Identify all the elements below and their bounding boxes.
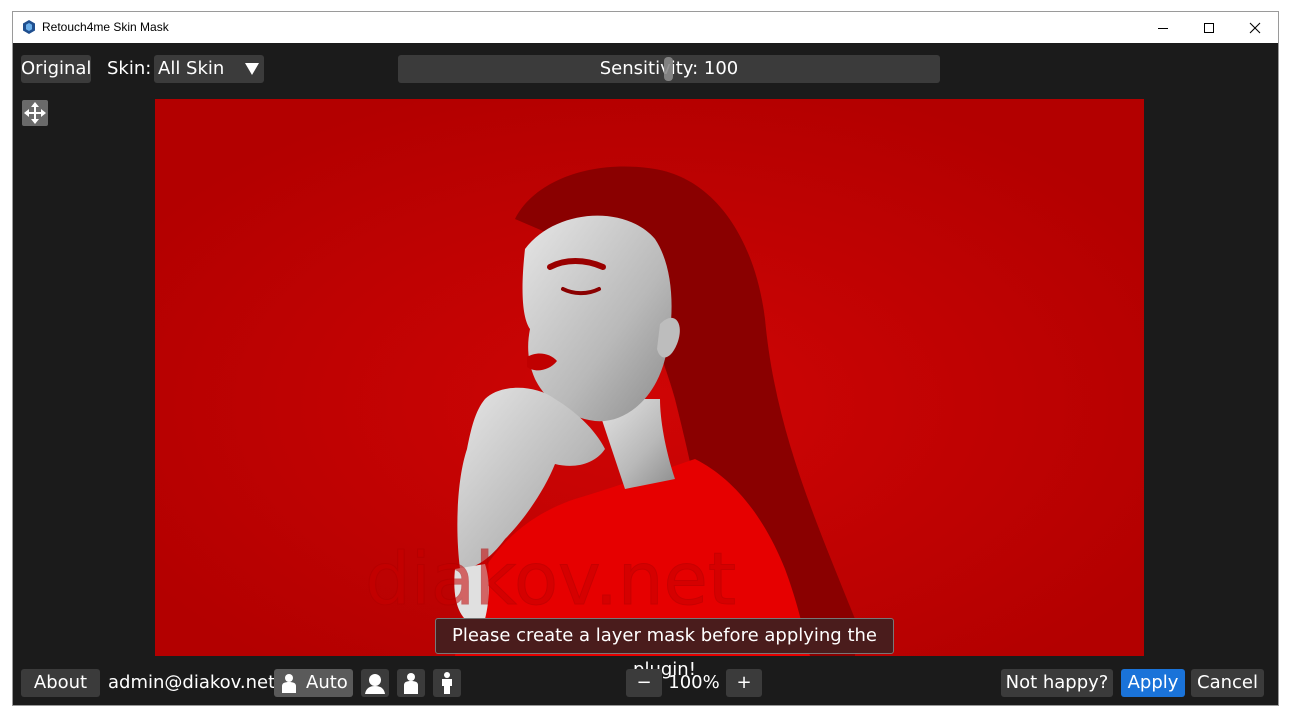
- auto-mode-label: Auto: [306, 672, 348, 693]
- retouch4me-logo-icon: [23, 20, 35, 34]
- auto-mode-button[interactable]: Auto: [274, 669, 353, 697]
- minimize-button[interactable]: [1140, 12, 1186, 43]
- close-button[interactable]: [1232, 12, 1278, 43]
- skin-label: Skin:: [107, 58, 152, 79]
- zoom-out-button[interactable]: −: [626, 669, 662, 697]
- title-bar: Retouch4me Skin Mask: [13, 12, 1278, 43]
- upper-body-icon: [404, 673, 418, 694]
- minimize-icon: [1158, 27, 1168, 29]
- full-body-icon: [442, 672, 452, 694]
- skin-dropdown-value: All Skin: [158, 58, 225, 79]
- original-button[interactable]: Original: [21, 55, 91, 83]
- watermark-text: diakov.net: [365, 537, 736, 621]
- layer-mask-notice: Please create a layer mask before applyi…: [435, 618, 894, 680]
- maximize-icon: [1204, 22, 1214, 33]
- not-happy-button[interactable]: Not happy?: [1001, 669, 1113, 697]
- window-title: Retouch4me Skin Mask: [42, 20, 169, 34]
- zoom-in-button[interactable]: +: [726, 669, 762, 697]
- move-tool-button[interactable]: [22, 100, 48, 126]
- maximize-button[interactable]: [1186, 12, 1232, 43]
- apply-button[interactable]: Apply: [1121, 669, 1185, 697]
- upper-body-mode-button[interactable]: [397, 669, 425, 697]
- cancel-button[interactable]: Cancel: [1191, 669, 1264, 697]
- move-arrows-icon: [24, 102, 46, 124]
- chevron-down-icon: [245, 63, 259, 75]
- face-icon: [365, 674, 385, 694]
- user-email: admin@diakov.net: [108, 672, 276, 693]
- close-icon: [1249, 22, 1261, 33]
- skin-dropdown[interactable]: All Skin: [154, 55, 264, 83]
- image-canvas[interactable]: diakov.net: [155, 99, 1144, 656]
- zoom-level: 100%: [668, 672, 720, 693]
- about-button[interactable]: About: [21, 669, 100, 697]
- sensitivity-slider-thumb[interactable]: [664, 57, 673, 81]
- full-body-mode-button[interactable]: [433, 669, 461, 697]
- auto-person-icon: [282, 674, 296, 693]
- sensitivity-slider[interactable]: Sensitivity: 100: [398, 55, 940, 83]
- app-window: Retouch4me Skin Mask Original Skin: All …: [13, 12, 1278, 705]
- face-mode-button[interactable]: [361, 669, 389, 697]
- skin-mask-preview-image: diakov.net: [155, 99, 1144, 656]
